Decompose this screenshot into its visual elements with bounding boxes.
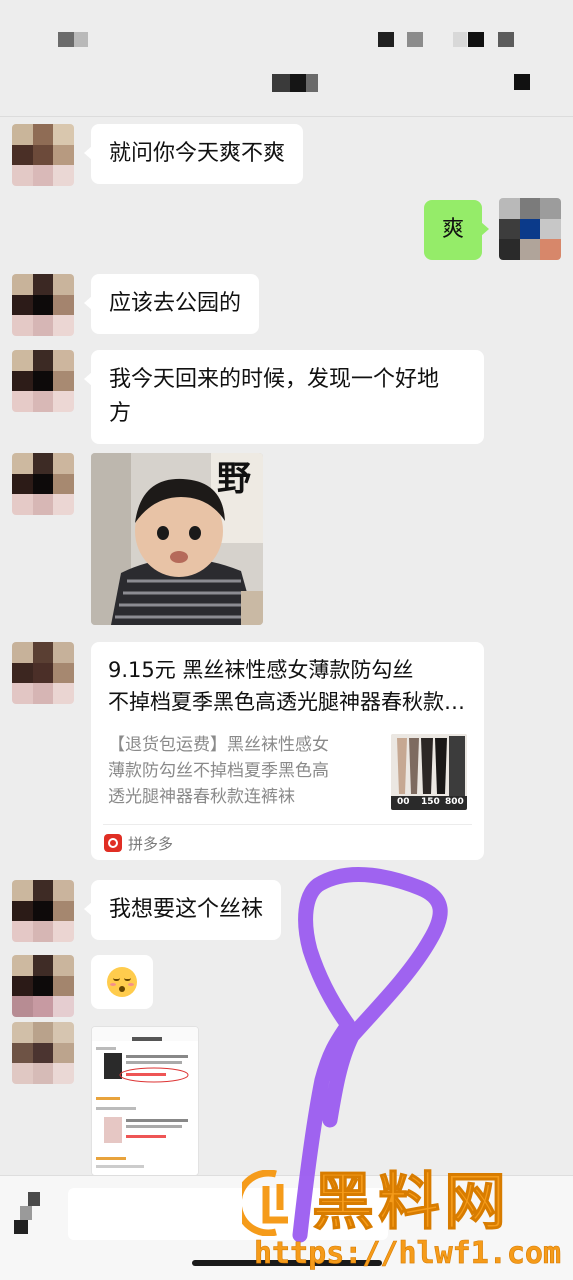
kissing-face-icon <box>107 967 137 997</box>
my-avatar[interactable] <box>499 198 561 260</box>
chat-title <box>290 74 306 92</box>
contact-avatar[interactable] <box>12 350 74 412</box>
watermark-name: 黑料网 <box>311 1165 511 1239</box>
product-description: 【退货包运费】黑丝袜性感女 薄款防勾丝不掉档夏季黑色高 透光腿神器春秋款连裤袜 <box>108 732 373 810</box>
chat-header <box>0 60 573 116</box>
voice-input-button[interactable] <box>14 1192 44 1238</box>
emoji-message[interactable] <box>91 955 153 1009</box>
thumbnail-label: 00 <box>397 797 410 807</box>
message-bubble[interactable]: 我今天回来的时候，发现一个好地 方 <box>84 350 484 444</box>
product-link-card[interactable]: 9.15元 黑丝袜性感女薄款防勾丝 不掉档夏季黑色高透光腿神器春秋款连裤袜 【退… <box>91 642 484 860</box>
contact-avatar[interactable] <box>12 880 74 942</box>
message-bubble[interactable]: 就问你今天爽不爽 <box>83 124 304 184</box>
thumbnail-label: 800 <box>445 797 464 807</box>
contact-avatar[interactable] <box>12 124 74 186</box>
my-message-bubble[interactable]: 爽 <box>424 200 490 260</box>
contact-avatar[interactable] <box>12 453 74 515</box>
status-bar-pixel <box>407 32 423 47</box>
watermark-url: https://hlwf1.com <box>254 1236 562 1272</box>
message-text: 爽 <box>442 217 465 242</box>
message-text: 方 <box>109 401 132 426</box>
more-options-button[interactable] <box>514 74 530 90</box>
chat-title <box>306 74 318 92</box>
voice-icon-pixel <box>20 1206 32 1220</box>
message-bubble[interactable]: 我想要这个丝袜 <box>83 880 282 940</box>
status-bar-pixel <box>74 32 88 47</box>
pinduoduo-logo-icon <box>104 834 122 852</box>
product-description-line: 【退货包运费】黑丝袜性感女 <box>108 735 329 755</box>
contact-avatar[interactable] <box>12 274 74 336</box>
message-text: 我想要这个丝袜 <box>109 897 264 922</box>
product-title-line: 9.15元 黑丝袜性感女薄款防勾丝 <box>108 658 414 682</box>
product-description-line: 透光腿神器春秋款连裤袜 <box>108 787 295 807</box>
product-title-line: 不掉档夏季黑色高透光腿神器春秋款连裤袜 <box>108 690 468 714</box>
voice-icon-pixel <box>14 1220 28 1234</box>
card-divider <box>103 824 472 825</box>
message-bubble[interactable]: 应该去公园的 <box>83 274 260 334</box>
thumbnail-label: 150 <box>421 797 440 807</box>
product-thumbnail: 00 150 800 <box>391 734 467 810</box>
watermark-logo-icon <box>242 1170 288 1236</box>
contact-avatar[interactable] <box>12 955 74 1017</box>
sticker-image[interactable]: 野 <box>91 453 263 625</box>
voice-icon-pixel <box>28 1192 40 1206</box>
order-screenshot-thumbnail <box>92 1027 198 1175</box>
screenshot-image[interactable] <box>91 1026 199 1176</box>
status-bar-pixel <box>453 32 467 47</box>
contact-avatar[interactable] <box>12 1022 74 1084</box>
status-bar-pixel <box>378 32 394 47</box>
back-button[interactable] <box>20 74 40 94</box>
contact-avatar[interactable] <box>12 642 74 704</box>
chat-title <box>272 74 290 92</box>
status-bar-pixel <box>498 32 514 47</box>
source-name: 拼多多 <box>128 834 174 853</box>
product-description-line: 薄款防勾丝不掉档夏季黑色高 <box>108 761 329 781</box>
message-text: 我今天回来的时候，发现一个好地 <box>109 367 440 392</box>
card-source: 拼多多 <box>104 832 173 854</box>
status-bar-pixel <box>58 32 74 47</box>
message-text: 就问你今天爽不爽 <box>109 141 286 166</box>
status-bar-pixel <box>468 32 484 47</box>
product-title: 9.15元 黑丝袜性感女薄款防勾丝 不掉档夏季黑色高透光腿神器春秋款连裤袜 <box>108 654 468 718</box>
message-text: 应该去公园的 <box>109 291 242 316</box>
purple-scribble-annotation <box>292 867 448 1243</box>
header-divider <box>0 116 573 117</box>
sticker-text: 野 <box>217 459 251 499</box>
watermark: 黑料网 https://hlwf1.com <box>232 1160 573 1280</box>
